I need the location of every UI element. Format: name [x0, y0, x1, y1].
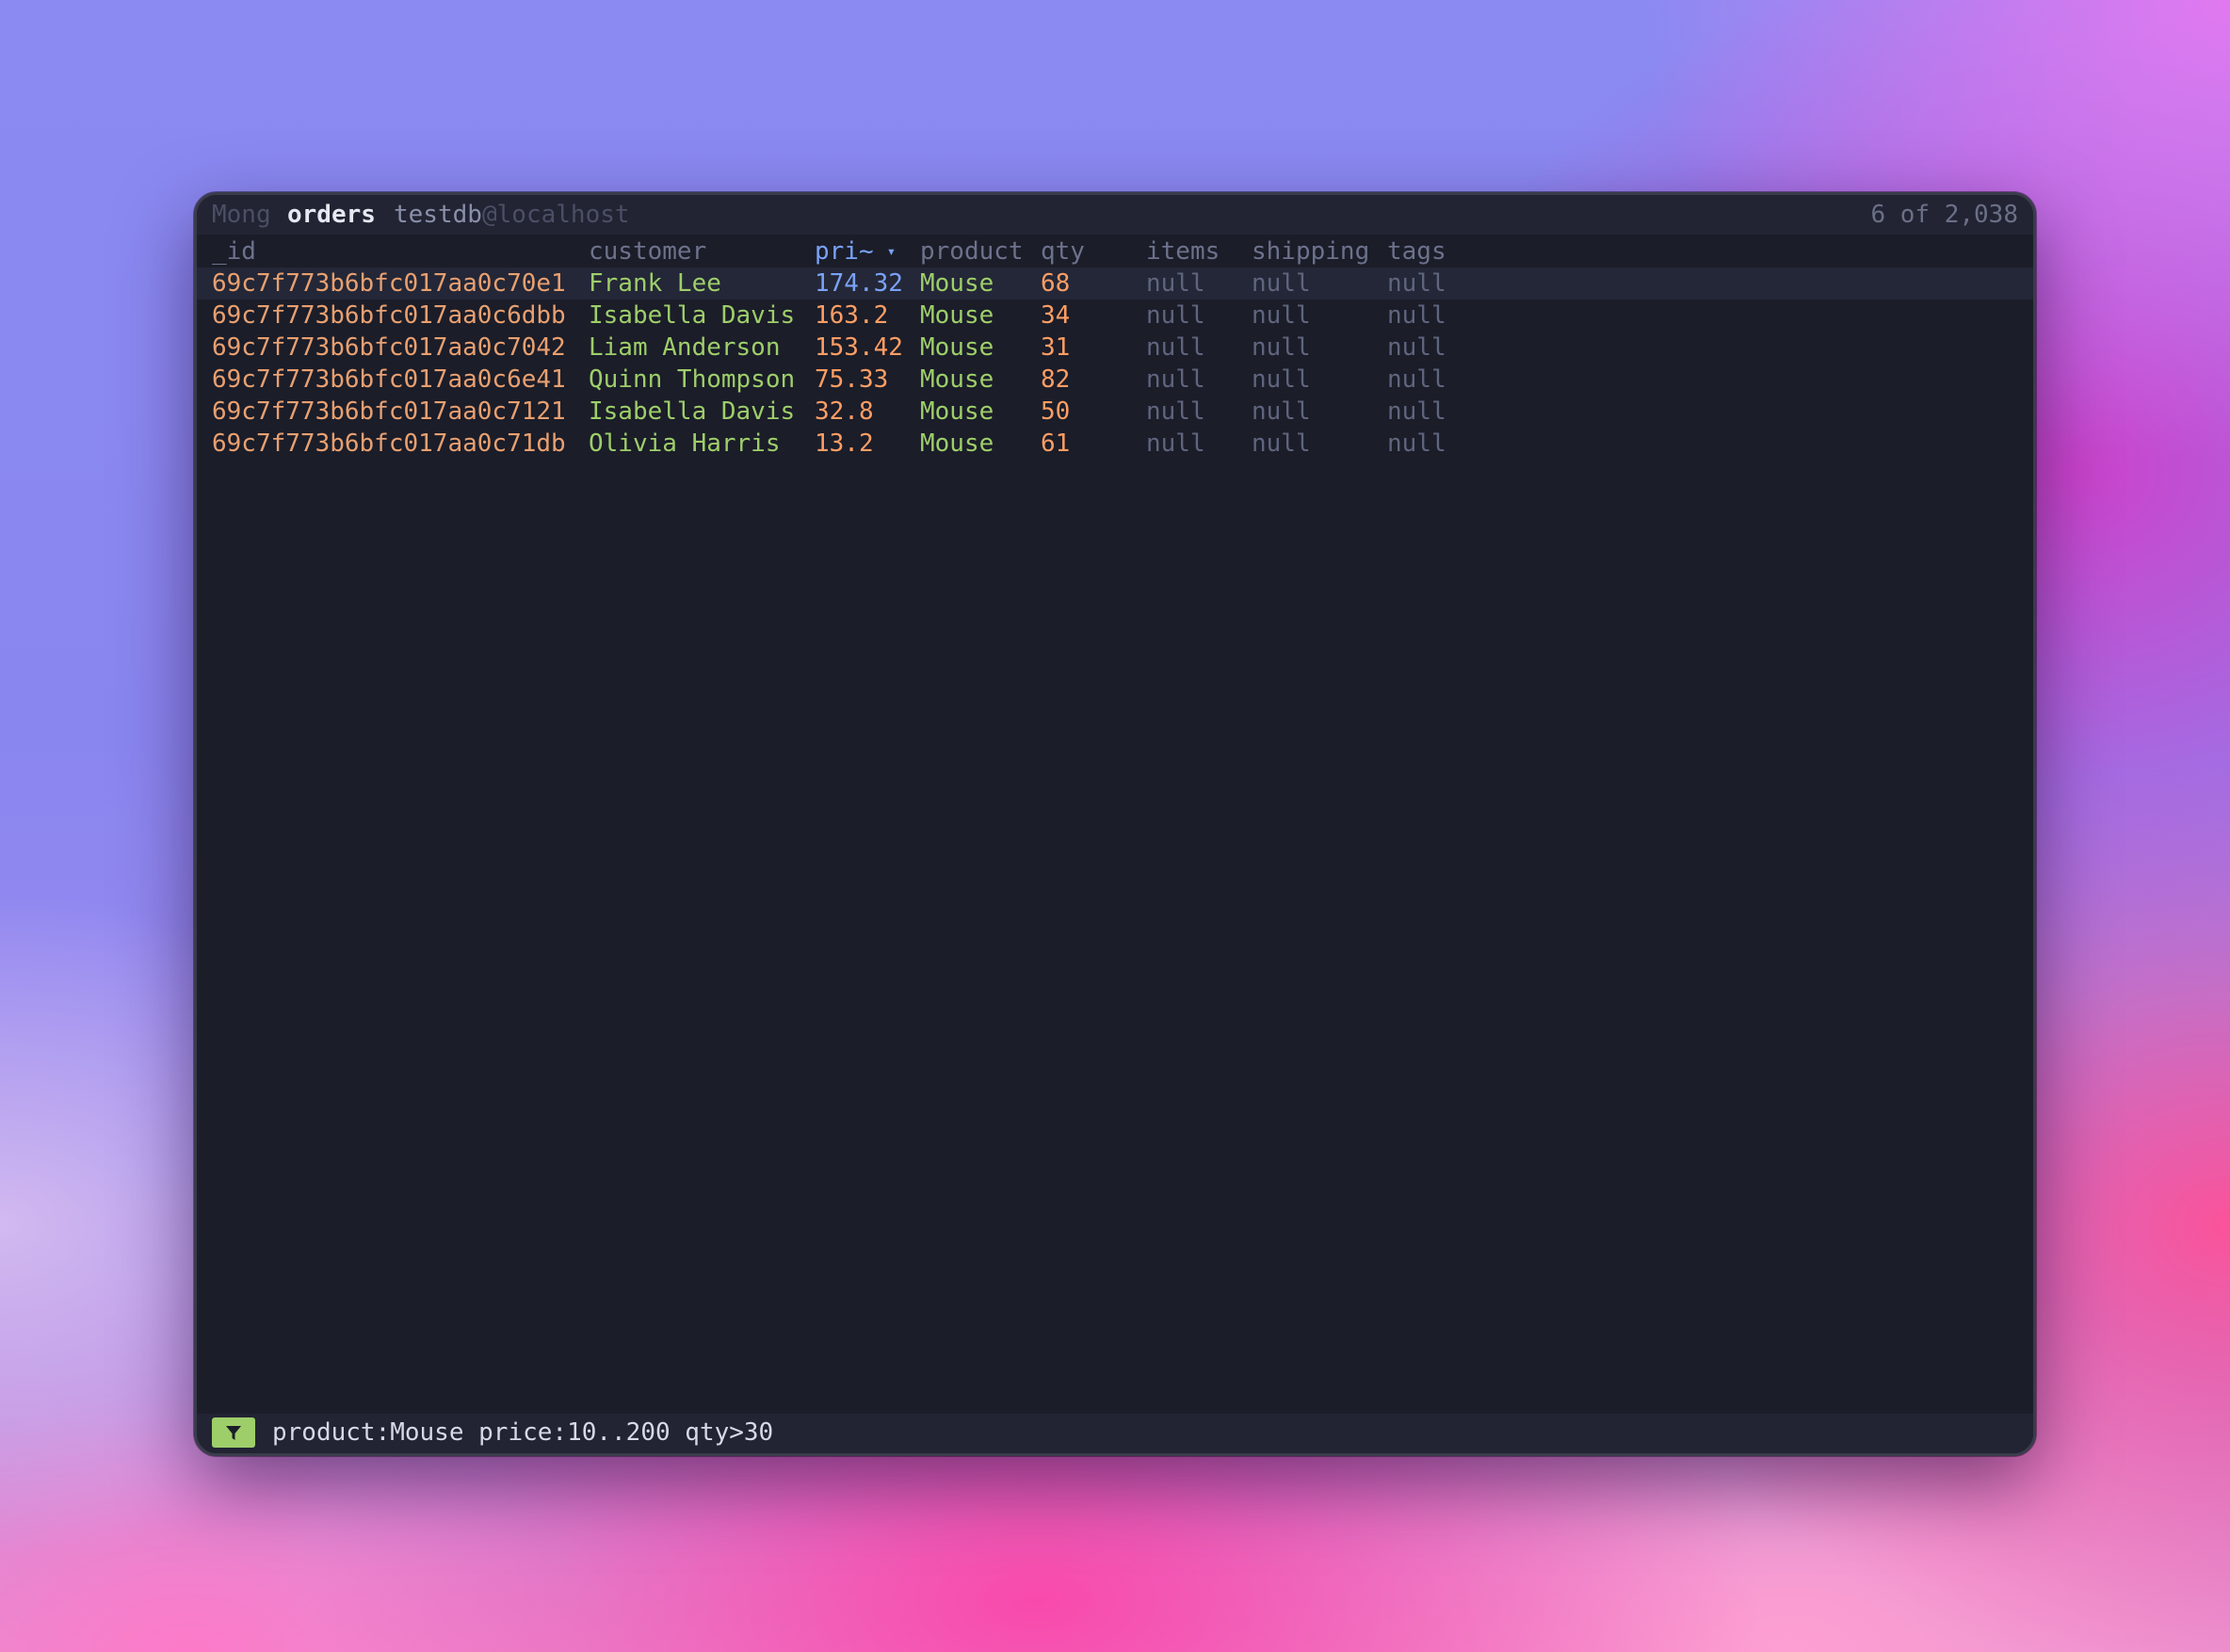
cell-id: 69c7f773b6bfc017aa0c7121	[212, 397, 566, 426]
cell-id: 69c7f773b6bfc017aa0c6dbb	[212, 301, 566, 330]
database-name: testdb	[394, 201, 482, 229]
column-header-tags[interactable]: tags	[1387, 235, 1446, 267]
column-header-id[interactable]: _id	[212, 235, 256, 267]
cell-price: 153.42	[815, 333, 903, 362]
host-name: @localhost	[482, 201, 630, 229]
cell-shipping: null	[1252, 333, 1311, 362]
sort-desc-icon: ▾	[886, 242, 897, 260]
cell-shipping: null	[1252, 397, 1311, 426]
cell-customer: Isabella Davis	[589, 397, 796, 426]
column-header-items[interactable]: items	[1146, 235, 1220, 267]
cell-shipping: null	[1252, 301, 1311, 330]
cell-items: null	[1146, 397, 1205, 426]
cell-items: null	[1146, 365, 1205, 394]
funnel-icon	[226, 1426, 241, 1440]
cell-id: 69c7f773b6bfc017aa0c70e1	[212, 269, 566, 298]
cell-product: Mouse	[920, 333, 994, 362]
column-header-shipping[interactable]: shipping	[1252, 235, 1369, 267]
cell-product: Mouse	[920, 397, 994, 426]
cell-shipping: null	[1252, 269, 1311, 298]
cell-product: Mouse	[920, 269, 994, 298]
column-header-price[interactable]: pri~ ▾	[815, 235, 896, 270]
cell-shipping: null	[1252, 365, 1311, 394]
cell-qty: 34	[1041, 301, 1071, 330]
column-header-product[interactable]: product	[920, 235, 1024, 267]
column-header-customer[interactable]: customer	[589, 235, 706, 267]
cell-customer: Frank Lee	[589, 269, 721, 298]
cell-items: null	[1146, 301, 1205, 330]
cell-tags: null	[1387, 429, 1446, 458]
cell-tags: null	[1387, 397, 1446, 426]
cell-tags: null	[1387, 365, 1446, 394]
cell-price: 174.32	[815, 269, 903, 298]
cell-id: 69c7f773b6bfc017aa0c71db	[212, 429, 566, 458]
terminal-window: Mong orders testdb @localhost 6 of 2,038…	[194, 192, 2036, 1456]
cell-id: 69c7f773b6bfc017aa0c7042	[212, 333, 566, 362]
cell-price: 13.2	[815, 429, 874, 458]
cell-product: Mouse	[920, 365, 994, 394]
cell-tags: null	[1387, 301, 1446, 330]
column-header-price-label: pri~	[815, 237, 874, 266]
cell-shipping: null	[1252, 429, 1311, 458]
cell-qty: 50	[1041, 397, 1071, 426]
cell-tags: null	[1387, 333, 1446, 362]
cell-price: 32.8	[815, 397, 874, 426]
cell-items: null	[1146, 333, 1205, 362]
cell-qty: 61	[1041, 429, 1071, 458]
cell-id: 69c7f773b6bfc017aa0c6e41	[212, 365, 566, 394]
cell-customer: Liam Anderson	[589, 333, 781, 362]
status-bar: product:Mouse price:10..200 qty>30	[197, 1414, 2033, 1453]
cell-product: Mouse	[920, 301, 994, 330]
cell-price: 75.33	[815, 365, 889, 394]
collection-name: orders	[287, 201, 376, 229]
cell-price: 163.2	[815, 301, 889, 330]
title-bar: Mong orders testdb @localhost 6 of 2,038	[197, 195, 2033, 235]
cell-product: Mouse	[920, 429, 994, 458]
cell-items: null	[1146, 269, 1205, 298]
cell-qty: 31	[1041, 333, 1071, 362]
cell-tags: null	[1387, 269, 1446, 298]
filter-query[interactable]: product:Mouse price:10..200 qty>30	[272, 1417, 773, 1449]
record-count: 6 of 2,038	[1870, 201, 2018, 229]
cell-customer: Quinn Thompson	[589, 365, 796, 394]
cell-customer: Olivia Harris	[589, 429, 781, 458]
column-header-qty[interactable]: qty	[1041, 235, 1085, 267]
cell-qty: 68	[1041, 269, 1071, 298]
cell-customer: Isabella Davis	[589, 301, 796, 330]
cell-items: null	[1146, 429, 1205, 458]
app-label: Mong	[212, 201, 271, 229]
cell-qty: 82	[1041, 365, 1071, 394]
filter-badge[interactable]	[212, 1417, 255, 1448]
